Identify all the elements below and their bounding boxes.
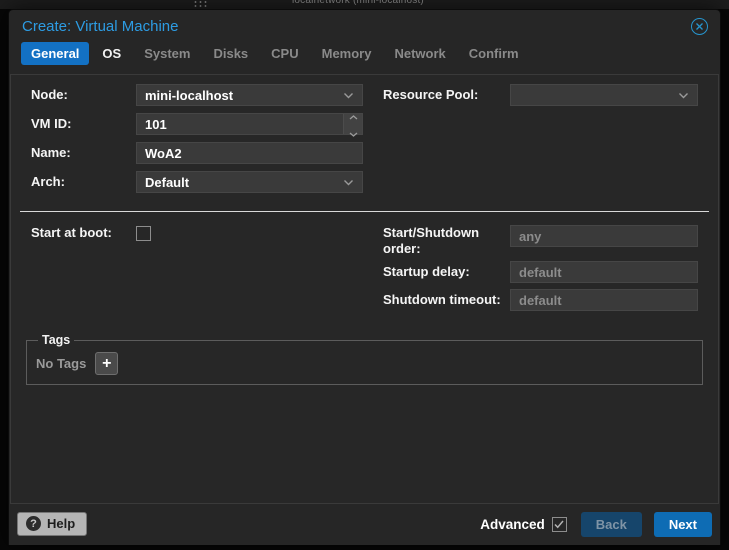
chevron-down-icon[interactable] (343, 92, 354, 99)
name-label: Name: (31, 145, 71, 160)
startup-delay-input[interactable]: default (510, 261, 698, 283)
dialog-header: Create: Virtual Machine (9, 10, 720, 39)
create-vm-dialog: Create: Virtual Machine General OS Syste… (8, 9, 721, 545)
wizard-tabbar: General OS System Disks CPU Memory Netwo… (9, 39, 720, 74)
plus-icon: + (102, 354, 112, 372)
vmid-spin-zone (343, 114, 362, 137)
resource-pool-label: Resource Pool: (383, 87, 479, 102)
spinner-up-icon[interactable] (349, 108, 358, 123)
startup-order-label: Start/Shutdown order: (383, 225, 480, 256)
arch-combobox[interactable]: Default (136, 171, 363, 193)
tags-legend: Tags (42, 333, 71, 347)
name-input[interactable]: WoA2 (136, 142, 363, 164)
help-button-label: Help (47, 516, 76, 531)
help-button[interactable]: ? Help (17, 512, 88, 536)
dialog-footer: ? Help Advanced Back Next (9, 509, 720, 545)
check-icon (554, 520, 564, 528)
no-tags-text: No Tags (36, 356, 87, 371)
tab-general[interactable]: General (21, 42, 90, 65)
next-button[interactable]: Next (653, 511, 712, 537)
tab-network[interactable]: Network (384, 42, 455, 65)
tab-memory[interactable]: Memory (312, 42, 382, 65)
startup-delay-label: Startup delay: (383, 264, 470, 279)
dialog-title: Create: Virtual Machine (22, 18, 179, 35)
grid-icon (193, 0, 209, 8)
startup-order-input[interactable]: any (510, 225, 698, 247)
shutdown-timeout-placeholder: default (519, 292, 562, 308)
arch-value: Default (145, 174, 190, 190)
tab-disks[interactable]: Disks (203, 42, 258, 65)
general-tab-panel: Node: mini-localhost VM ID: 101 Name: Wo… (10, 74, 719, 504)
node-label: Node: (31, 87, 68, 102)
node-combobox[interactable]: mini-localhost (136, 84, 363, 106)
close-icon[interactable] (691, 18, 708, 35)
arch-label: Arch: (31, 174, 65, 189)
vmid-label: VM ID: (31, 116, 72, 131)
shutdown-timeout-input[interactable]: default (510, 289, 698, 311)
chevron-down-icon[interactable] (343, 179, 354, 186)
background-app-strip: localnetwork (mini-localhost) (0, 0, 729, 9)
chevron-down-icon[interactable] (678, 92, 689, 99)
back-button[interactable]: Back (580, 511, 642, 537)
node-value: mini-localhost (145, 87, 234, 103)
name-value: WoA2 (145, 145, 182, 161)
vmid-value: 101 (145, 116, 167, 132)
advanced-section-divider (20, 211, 709, 212)
tab-system[interactable]: System (134, 42, 200, 65)
tab-cpu[interactable]: CPU (261, 42, 308, 65)
background-node-label: localnetwork (mini-localhost) (292, 0, 424, 6)
tab-confirm[interactable]: Confirm (459, 42, 529, 65)
spinner-down-icon[interactable] (349, 125, 358, 140)
background-tree-row: localnetwork (mini-localhost) (0, 0, 729, 9)
start-at-boot-checkbox[interactable] (136, 225, 151, 241)
start-at-boot-label: Start at boot: (31, 225, 112, 240)
tab-os[interactable]: OS (92, 42, 131, 65)
help-icon: ? (26, 516, 41, 531)
startup-order-placeholder: any (519, 228, 542, 244)
advanced-checkbox[interactable] (551, 516, 567, 532)
shutdown-timeout-label: Shutdown timeout: (383, 292, 501, 307)
vmid-spinner-field[interactable]: 101 (136, 113, 363, 137)
add-tag-button[interactable]: + (95, 352, 119, 375)
advanced-label: Advanced (480, 516, 545, 532)
tags-fieldset: Tags No Tags + (26, 333, 703, 385)
resource-pool-combobox[interactable] (510, 84, 698, 106)
startup-delay-placeholder: default (519, 264, 562, 280)
